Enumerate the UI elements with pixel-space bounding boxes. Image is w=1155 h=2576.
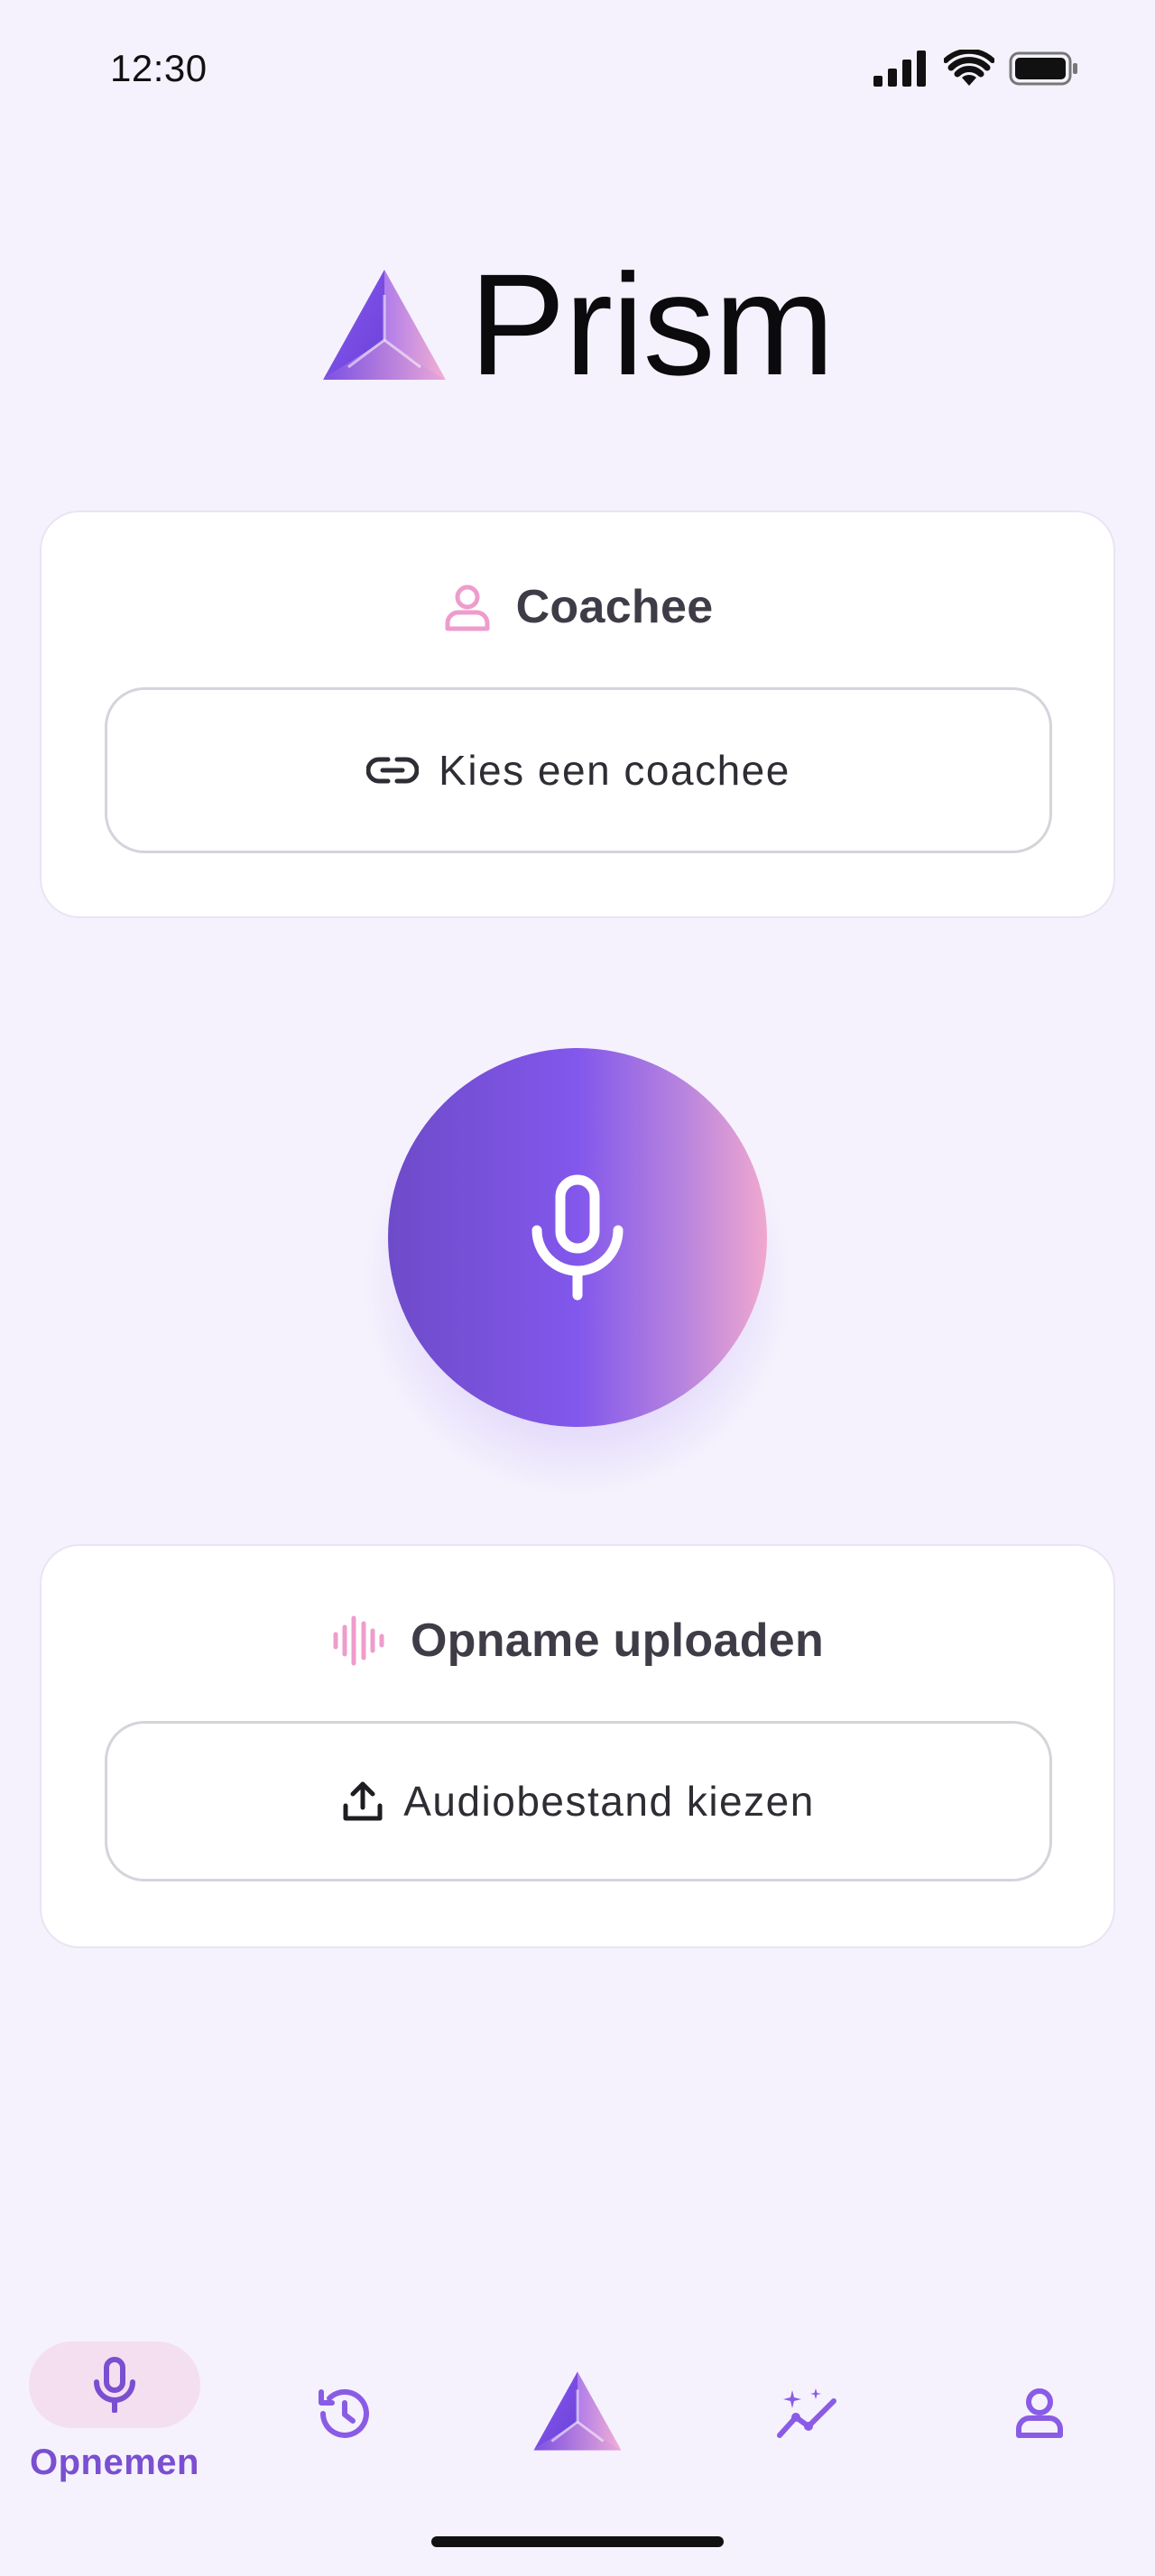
upload-card-title: Opname uploaden [410, 1615, 825, 1667]
coachee-card: Coachee Kies een coachee [40, 511, 1115, 918]
microphone-icon [94, 2357, 135, 2413]
prism-logo-icon [533, 2371, 622, 2451]
audio-wave-icon [333, 1615, 384, 1666]
choose-audio-file-button[interactable]: Audiobestand kiezen [105, 1721, 1052, 1881]
record-button[interactable] [388, 1048, 767, 1427]
nav-item-history[interactable] [314, 2387, 372, 2441]
nav-item-home[interactable] [532, 2370, 623, 2452]
upload-card: Opname uploaden Audiobestand kiezen [40, 1544, 1115, 1948]
nav-item-insights[interactable] [776, 2387, 839, 2441]
nav-label-record: Opnemen [30, 2443, 199, 2482]
insights-icon [777, 2388, 836, 2438]
cellular-signal-icon [873, 51, 926, 87]
choose-coachee-label: Kies een coachee [439, 747, 790, 794]
choose-audio-file-label: Audiobestand kiezen [403, 1778, 815, 1825]
link-icon [366, 757, 420, 784]
battery-icon [1009, 51, 1077, 86]
home-indicator[interactable] [431, 2536, 724, 2547]
prism-logo-icon [323, 270, 447, 380]
app-name: Prism [469, 244, 835, 405]
bottom-navigation: Opnemen [0, 2318, 1155, 2498]
status-icons [873, 47, 1079, 90]
nav-item-record[interactable]: Opnemen [29, 2341, 200, 2483]
microphone-icon [531, 1174, 624, 1301]
nav-item-profile[interactable] [1014, 2387, 1065, 2439]
profile-icon [1016, 2388, 1063, 2438]
history-icon [319, 2388, 369, 2438]
upload-card-header: Opname uploaden [42, 1609, 1113, 1672]
upload-icon [343, 1781, 383, 1821]
person-icon [445, 584, 490, 631]
nav-active-indicator [29, 2341, 200, 2428]
brand-header: Prism [0, 244, 1155, 406]
recording-screen: 12:30 Prism Coachee Kies een coachee Opn… [0, 0, 1155, 2576]
coachee-card-title: Coachee [515, 581, 714, 633]
choose-coachee-button[interactable]: Kies een coachee [105, 687, 1052, 853]
status-time: 12:30 [110, 47, 208, 89]
wifi-icon [944, 50, 994, 86]
record-area [361, 1048, 794, 1499]
coachee-card-header: Coachee [42, 575, 1113, 639]
status-bar: 12:30 [0, 0, 1155, 144]
